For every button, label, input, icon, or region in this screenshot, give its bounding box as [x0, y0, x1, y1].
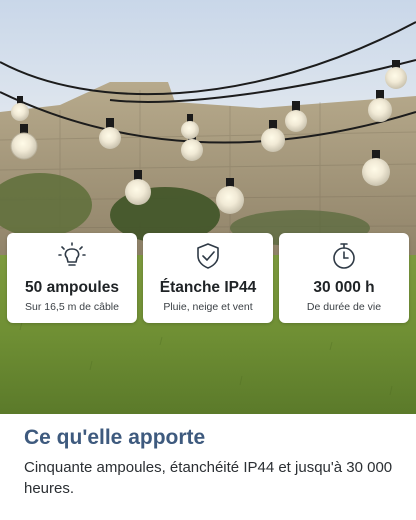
feature-title: Étanche IP44 — [159, 279, 257, 296]
feature-card-lifespan: 30 000 h De durée de vie — [279, 233, 409, 323]
product-photo: 50 ampoules Sur 16,5 m de câble Étanche … — [0, 0, 416, 414]
caption-heading: Ce qu'elle apporte — [24, 426, 206, 449]
shield-check-icon — [197, 243, 219, 269]
caption-text: Cinquante ampoules, étanchéité IP44 et j… — [24, 459, 393, 497]
feature-card-waterproof: Étanche IP44 Pluie, neige et vent — [143, 233, 273, 323]
feature-title: 30 000 h — [313, 279, 375, 296]
feature-card-bulbs: 50 ampoules Sur 16,5 m de câble — [7, 233, 137, 323]
feature-subtitle: Pluie, neige et vent — [163, 301, 253, 313]
feature-subtitle: Sur 16,5 m de câble — [25, 301, 119, 313]
garden-scene — [0, 21, 416, 414]
light-string-cable — [0, 21, 416, 96]
timer-icon — [333, 243, 355, 269]
feature-subtitle: De durée de vie — [306, 301, 382, 313]
caption-block: Ce qu'elle apporte Cinquante ampoules, é… — [24, 424, 396, 499]
bulb-icon — [58, 242, 86, 266]
feature-title: 50 ampoules — [25, 279, 119, 296]
